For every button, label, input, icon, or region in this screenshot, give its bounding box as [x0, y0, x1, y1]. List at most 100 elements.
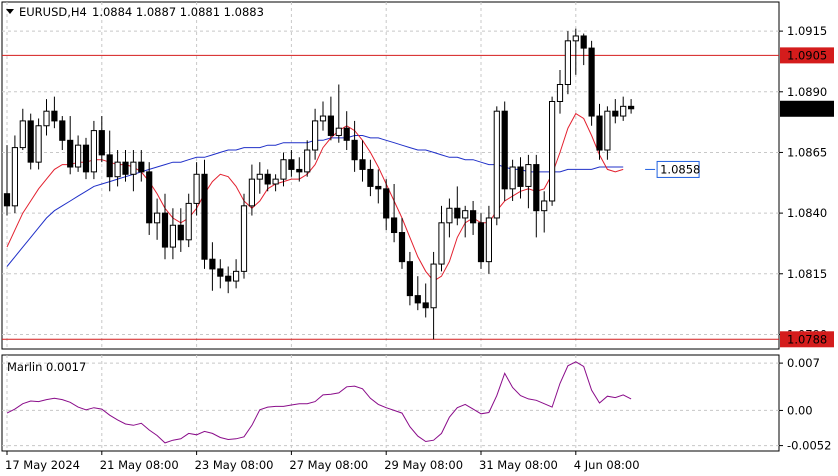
candle-body: [351, 139, 358, 161]
level-tag-label: 1.0788: [787, 332, 827, 346]
candle-body: [596, 115, 603, 151]
candle-body: [146, 171, 153, 224]
candle-body: [114, 161, 121, 178]
candle-body: [398, 232, 406, 263]
ma-tag-label: 1.0858: [660, 162, 700, 176]
candle-body: [485, 217, 492, 263]
candle-body: [304, 149, 311, 173]
candle-body: [335, 127, 342, 136]
price-axis: 1.09151.08901.08651.08401.08151.07901.09…: [779, 24, 834, 348]
candle-body: [288, 159, 295, 170]
candle-body: [533, 164, 540, 212]
candle-body: [422, 302, 429, 309]
candle-body: [169, 224, 177, 248]
indicator-title: Marlin 0.0017: [7, 360, 86, 374]
candle-body: [11, 147, 18, 207]
candle-body: [138, 161, 145, 173]
time-tick-label: 31 May 08:00: [479, 458, 558, 472]
chart-canvas: 1.09151.08901.08651.08401.08151.07901.09…: [1, 1, 834, 472]
bearish-candle: [588, 40, 595, 126]
bearish-candle: [201, 159, 208, 269]
candle-body: [501, 110, 508, 190]
time-tick-label: 4 Jun 08:00: [574, 458, 640, 472]
candle-body: [549, 100, 556, 202]
candle-body: [51, 110, 58, 122]
candle-body: [556, 84, 564, 102]
level-tag-label: 1.0905: [787, 48, 827, 62]
candle-body: [604, 110, 611, 151]
price-tick-label: 1.0915: [787, 24, 827, 38]
candle-body: [359, 159, 366, 170]
candle-body: [525, 164, 532, 187]
bullish-candle: [240, 193, 248, 279]
candle-body: [90, 130, 98, 173]
chart-header: EURUSD,H4 1.0884 1.0887 1.0881 1.0883: [6, 5, 264, 19]
candle-body: [367, 168, 374, 187]
candle-body: [233, 270, 240, 282]
time-tick-label: 29 May 08:00: [384, 458, 463, 472]
time-tick-label: 21 May 08:00: [100, 458, 179, 472]
candle-body: [406, 261, 413, 297]
price-tick-label: 1.0865: [787, 145, 827, 159]
candle-body: [414, 295, 421, 304]
current-price-label: 1.0883: [787, 102, 827, 116]
candle-body: [161, 212, 169, 248]
candle-body: [280, 159, 287, 180]
bullish-candle: [549, 96, 556, 206]
candle-body: [59, 120, 66, 141]
candle-body: [477, 222, 485, 263]
candle-body: [209, 258, 216, 270]
candle-body: [43, 110, 50, 127]
candle-body: [82, 144, 90, 173]
time-tick-label: 27 May 08:00: [289, 458, 368, 472]
candle-body: [256, 173, 263, 180]
price-tick-label: 1.0890: [787, 85, 827, 99]
candle-body: [620, 105, 627, 117]
candle-body: [201, 173, 208, 260]
candle-body: [296, 168, 303, 173]
ohlc-readout: 1.0884 1.0887 1.0881 1.0883: [92, 5, 264, 19]
candle-body: [19, 120, 26, 149]
candle-body: [319, 115, 327, 122]
candle-body: [193, 173, 200, 204]
price-tick-label: 1.0815: [787, 267, 827, 281]
candle-body: [272, 178, 279, 185]
candle-body: [383, 188, 390, 219]
price-tick-label: 1.0840: [787, 206, 827, 220]
time-tick-label: 23 May 08:00: [195, 458, 274, 472]
time-tick-label: 17 May 2024: [5, 458, 80, 472]
candle-body: [217, 268, 224, 277]
candle-body: [264, 173, 271, 185]
candle-body: [240, 205, 248, 272]
indicator-axis: 0.007 0.00 -0.0052: [779, 356, 831, 453]
candle-body: [493, 110, 500, 219]
indicator-tick-label: 0.00: [787, 403, 813, 417]
candle-body: [391, 217, 398, 234]
time-axis: 17 May 2024 21 May 08:00 23 May 08:00 27 Ma…: [5, 451, 640, 472]
bullish-candle: [564, 31, 571, 95]
candle-body: [312, 120, 319, 151]
candle-body: [122, 161, 129, 175]
candle-body: [375, 185, 382, 190]
candle-body: [225, 275, 232, 282]
candle-body: [446, 207, 453, 224]
bearish-candle: [501, 101, 508, 201]
candle-body: [185, 202, 192, 241]
candle-body: [509, 166, 516, 190]
candle-body: [327, 115, 334, 136]
candle-body: [541, 200, 548, 212]
symbol-title: EURUSD,H4: [19, 5, 87, 19]
candle-body: [98, 130, 105, 156]
candle-body: [154, 212, 161, 224]
indicator-tick-label: -0.0052: [787, 439, 831, 453]
indicator-panel-frame: [1, 354, 780, 452]
indicator-tick-label: 0.007: [787, 356, 820, 370]
candle-body: [628, 105, 635, 110]
candle-body: [564, 40, 571, 86]
candle-body: [517, 166, 524, 187]
candle-body: [27, 120, 34, 163]
candle-body: [430, 263, 437, 309]
candle-body: [106, 154, 113, 178]
candle-body: [462, 210, 469, 219]
candle-body: [67, 139, 74, 168]
